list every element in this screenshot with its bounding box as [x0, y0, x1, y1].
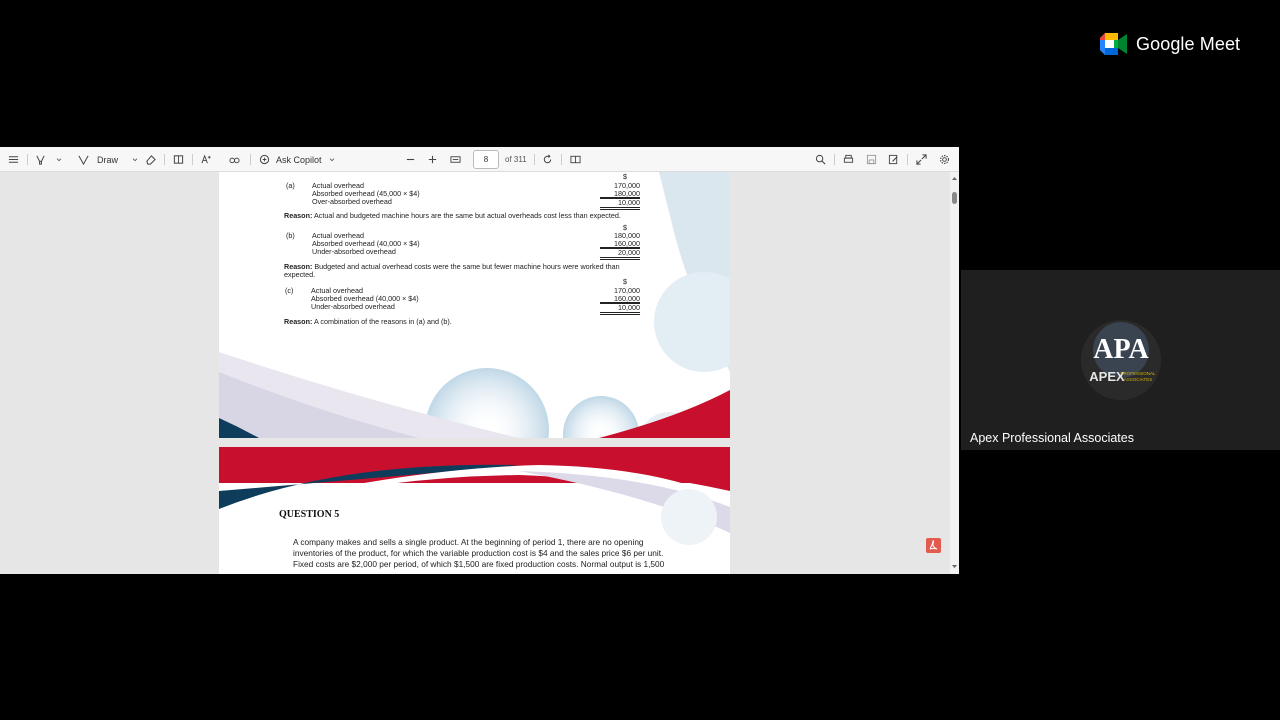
toolbar-divider — [192, 154, 193, 165]
line-label: Under-absorbed overhead — [311, 302, 395, 311]
print-icon — [843, 154, 854, 163]
zoom-out-button[interactable] — [405, 147, 416, 172]
shared-screen: Draw Ask Copilot 8 of 311 $ (a) Actual o… — [0, 147, 959, 574]
question-line: A company makes and sells a single produ… — [293, 537, 644, 547]
rotate-button[interactable] — [542, 147, 553, 172]
expand-icon — [916, 154, 927, 165]
scroll-up-arrow-icon[interactable] — [950, 174, 959, 183]
document-area[interactable]: $ (a) Actual overhead Absorbed overhead … — [0, 172, 950, 574]
chevron-down-icon — [132, 157, 138, 161]
highlighter-icon — [36, 155, 45, 165]
line-value: 10,000 — [600, 302, 640, 315]
search-icon — [815, 154, 826, 165]
apa-logo-icon: APA APEX PROFESSIONAL ASSOCIATES — [1081, 320, 1161, 400]
highlight-button[interactable] — [35, 147, 63, 172]
vertical-scrollbar[interactable] — [950, 172, 959, 574]
currency-header: $ — [623, 277, 627, 286]
ask-copilot-label: Ask Copilot — [276, 154, 322, 165]
save-icon — [866, 154, 877, 165]
translate-button[interactable] — [229, 147, 240, 172]
toolbar-divider — [250, 154, 251, 165]
participant-name: Apex Professional Associates — [970, 431, 1134, 445]
contents-button[interactable] — [8, 147, 19, 172]
reason-text: Reason: Actual and budgeted machine hour… — [284, 211, 621, 220]
rotate-icon — [543, 154, 552, 164]
reason-text-continued: expected. — [284, 270, 316, 279]
reason-text: Reason: A combination of the reasons in … — [284, 317, 452, 326]
line-value: 10,000 — [600, 197, 640, 210]
chevron-down-icon — [329, 157, 334, 161]
copilot-icon — [259, 154, 270, 165]
item-letter: (a) — [286, 181, 295, 190]
translate-icon — [229, 157, 240, 164]
line-value: 20,000 — [600, 247, 640, 260]
save-as-button[interactable] — [888, 147, 899, 172]
line-label: Under-absorbed overhead — [312, 247, 396, 256]
draw-label: Draw — [97, 154, 119, 165]
reason-label: Reason: — [284, 317, 313, 326]
reason-body: Budgeted and actual overhead costs were … — [314, 262, 620, 271]
question-line: Fixed costs are $2,000 per period, of wh… — [293, 559, 665, 569]
chevron-down-icon — [56, 157, 62, 161]
fit-width-button[interactable] — [450, 147, 461, 172]
search-button[interactable] — [815, 147, 826, 172]
page-view-button[interactable] — [173, 147, 184, 172]
eraser-button[interactable] — [145, 147, 156, 172]
google-meet-label: Google Meet — [1136, 33, 1241, 54]
list-icon — [8, 156, 19, 163]
google-meet-brand: Google Meet — [1100, 33, 1240, 55]
read-aloud-icon — [201, 154, 211, 164]
question-title: QUESTION 5 — [279, 509, 340, 520]
gear-icon — [940, 155, 949, 164]
currency-header: $ — [623, 172, 627, 181]
pdf-toolbar: Draw Ask Copilot 8 of 311 — [0, 147, 959, 172]
google-meet-logo-icon — [1100, 33, 1127, 55]
avatar-sub: ASSOCIATES — [1124, 377, 1152, 382]
read-aloud-button[interactable] — [201, 147, 212, 172]
question-body: A company makes and sells a single produ… — [293, 537, 673, 570]
book-icon — [173, 155, 184, 164]
page-total: of 311 — [505, 155, 527, 164]
scrollbar-thumb[interactable] — [952, 192, 957, 204]
settings-button[interactable] — [939, 147, 950, 172]
plus-icon — [428, 155, 437, 164]
item-letter: (b) — [286, 231, 295, 240]
fullscreen-button[interactable] — [916, 147, 927, 172]
reason-label: Reason: — [284, 211, 313, 220]
draw-button[interactable]: Draw — [78, 147, 139, 172]
toolbar-divider — [834, 154, 835, 165]
toolbar-divider — [561, 154, 562, 165]
toolbar-divider — [27, 154, 28, 165]
toolbar-divider — [164, 154, 165, 165]
pdf-page: QUESTION 5 A company makes and sells a s… — [219, 447, 730, 574]
save-button[interactable] — [866, 147, 877, 172]
save-as-icon — [888, 154, 898, 165]
question-line: inventories of the product, for which th… — [293, 548, 664, 558]
two-page-button[interactable] — [570, 147, 581, 172]
pdf-page: $ (a) Actual overhead Absorbed overhead … — [219, 172, 730, 438]
eraser-icon — [146, 155, 156, 165]
print-button[interactable] — [843, 147, 854, 172]
item-letter: (c) — [285, 286, 294, 295]
scroll-down-arrow-icon[interactable] — [950, 562, 959, 571]
fit-width-icon — [450, 156, 461, 163]
pdf-file-icon — [926, 538, 941, 553]
avatar-sub: PROFESSIONAL — [1120, 371, 1156, 376]
ask-copilot-button[interactable]: Ask Copilot — [259, 147, 336, 172]
minus-icon — [406, 158, 415, 161]
toolbar-divider — [534, 154, 535, 165]
reason-text: Reason: Budgeted and actual overhead cos… — [284, 262, 620, 271]
avatar-initials: APA — [1093, 334, 1149, 365]
participant-tile[interactable]: APA APEX PROFESSIONAL ASSOCIATES Apex Pr… — [961, 270, 1280, 450]
meeting-stage: Draw Ask Copilot 8 of 311 $ (a) Actual o… — [0, 0, 1280, 720]
pen-icon — [78, 155, 89, 165]
zoom-in-button[interactable] — [427, 147, 438, 172]
toolbar-divider — [907, 154, 908, 165]
reason-body: A combination of the reasons in (a) and … — [313, 317, 452, 326]
two-page-icon — [570, 155, 581, 164]
avatar: APA APEX PROFESSIONAL ASSOCIATES — [1081, 320, 1161, 400]
reason-body: Actual and budgeted machine hours are th… — [313, 211, 621, 220]
line-label: Over-absorbed overhead — [312, 197, 392, 206]
page-number-input[interactable]: 8 — [473, 150, 499, 169]
